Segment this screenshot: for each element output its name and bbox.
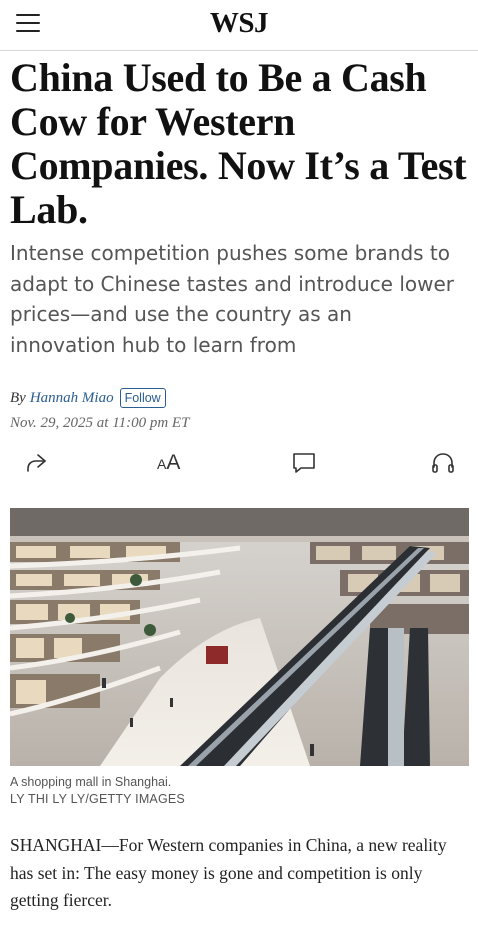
shopping-mall-photo [10, 508, 469, 766]
publish-date: Nov. 29, 2025 at 11:00 pm ET [10, 415, 190, 431]
wsj-logo[interactable]: WSJ [0, 7, 478, 40]
share-icon[interactable] [23, 450, 49, 476]
article-body-paragraph: SHANGHAI—For Western companies in China,… [10, 835, 447, 910]
image-credit: LY THI LY LY/GETTY IMAGES [10, 792, 185, 806]
byline: By Hannah Miao Follow [10, 388, 166, 408]
article-hero-image [10, 508, 469, 766]
article-dek: Intense competition pushes some brands t… [10, 241, 455, 357]
top-nav-bar: WSJ [0, 0, 478, 51]
article-headline: China Used to Be a Cash Cow for Western … [10, 55, 467, 232]
byline-prefix: By [10, 389, 26, 406]
article-tools: AA [0, 448, 478, 478]
author-link[interactable]: Hannah Miao [30, 390, 114, 407]
text-size-icon: AA [157, 451, 181, 474]
text-size-button[interactable]: AA [157, 450, 183, 476]
image-caption: A shopping mall in Shanghai. [10, 775, 172, 789]
headphones-icon[interactable] [430, 450, 456, 476]
follow-button[interactable]: Follow [119, 388, 166, 408]
comment-icon[interactable] [291, 450, 317, 476]
